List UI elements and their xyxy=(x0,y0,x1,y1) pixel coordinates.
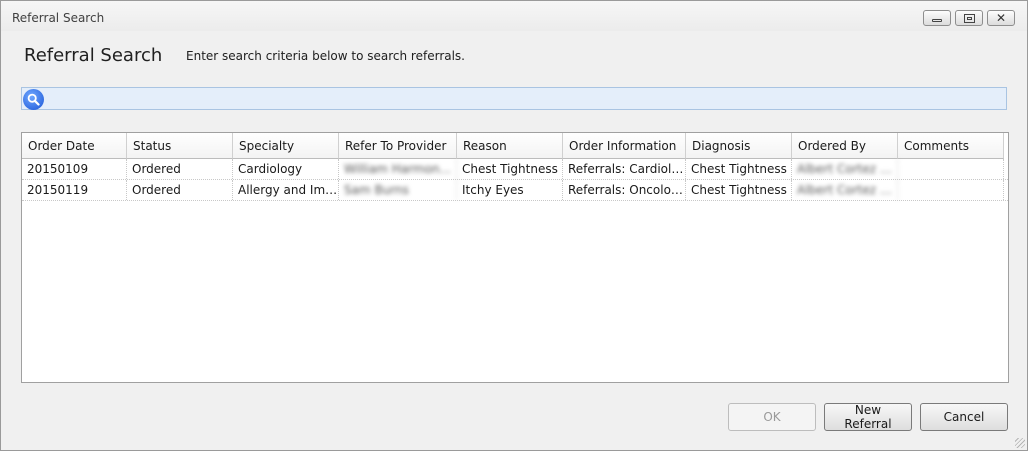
cell-reason: Chest Tightness xyxy=(457,159,563,179)
column-header-comments[interactable]: Comments xyxy=(898,133,1004,159)
column-header-order-information[interactable]: Order Information xyxy=(563,133,686,159)
minimize-button[interactable] xyxy=(923,10,951,26)
cancel-button[interactable]: Cancel xyxy=(920,403,1008,431)
cell-ordered-by: Albert Cortez M... xyxy=(792,159,898,179)
maximize-button[interactable] xyxy=(955,10,983,26)
column-header-refer-to-provider[interactable]: Refer To Provider xyxy=(339,133,457,159)
close-button[interactable]: ✕ xyxy=(987,10,1015,26)
referral-search-window: Referral Search ✕ Referral Search Enter … xyxy=(0,0,1028,451)
maximize-icon xyxy=(963,13,975,23)
referral-table: Order Date Status Specialty Refer To Pro… xyxy=(21,132,1009,383)
column-header-reason[interactable]: Reason xyxy=(457,133,563,159)
cell-refer-to-provider: William Harmon... xyxy=(339,159,457,179)
cell-diagnosis: Chest Tightness xyxy=(686,159,792,179)
cell-reason: Itchy Eyes xyxy=(457,180,563,200)
table-row[interactable]: 20150119 Ordered Allergy and Immun... Sa… xyxy=(22,180,1008,201)
resize-grip[interactable] xyxy=(1015,438,1025,448)
table-header: Order Date Status Specialty Refer To Pro… xyxy=(22,133,1008,159)
cell-diagnosis: Chest Tightness xyxy=(686,180,792,200)
cell-status: Ordered xyxy=(127,159,233,179)
cell-specialty: Allergy and Immun... xyxy=(233,180,339,200)
new-referral-button[interactable]: New Referral xyxy=(824,403,912,431)
cell-comments xyxy=(898,159,1004,179)
cell-order-date: 20150109 xyxy=(22,159,127,179)
cell-comments xyxy=(898,180,1004,200)
column-header-ordered-by[interactable]: Ordered By xyxy=(792,133,898,159)
cell-order-information: Referrals: Oncology... xyxy=(563,180,686,200)
cell-order-information: Referrals: Cardiology xyxy=(563,159,686,179)
minimize-icon xyxy=(932,19,942,22)
cell-status: Ordered xyxy=(127,180,233,200)
title-bar[interactable]: Referral Search ✕ xyxy=(1,1,1027,31)
cell-ordered-by: Albert Cortez M... xyxy=(792,180,898,200)
column-header-status[interactable]: Status xyxy=(127,133,233,159)
cell-specialty: Cardiology xyxy=(233,159,339,179)
column-header-diagnosis[interactable]: Diagnosis xyxy=(686,133,792,159)
column-header-order-date[interactable]: Order Date xyxy=(22,133,127,159)
ok-button[interactable]: OK xyxy=(728,403,816,431)
search-instructions: Enter search criteria below to search re… xyxy=(186,49,465,63)
close-icon: ✕ xyxy=(995,11,1007,25)
search-bar xyxy=(21,87,1007,110)
table-row[interactable]: 20150109 Ordered Cardiology William Harm… xyxy=(22,159,1008,180)
cell-refer-to-provider: Sam Burns xyxy=(339,180,457,200)
search-icon[interactable] xyxy=(23,89,44,110)
search-input[interactable] xyxy=(48,89,1007,110)
cell-order-date: 20150119 xyxy=(22,180,127,200)
page-title: Referral Search xyxy=(24,45,163,66)
column-header-specialty[interactable]: Specialty xyxy=(233,133,339,159)
table-body: 20150109 Ordered Cardiology William Harm… xyxy=(22,159,1008,201)
window-title: Referral Search xyxy=(12,11,105,25)
